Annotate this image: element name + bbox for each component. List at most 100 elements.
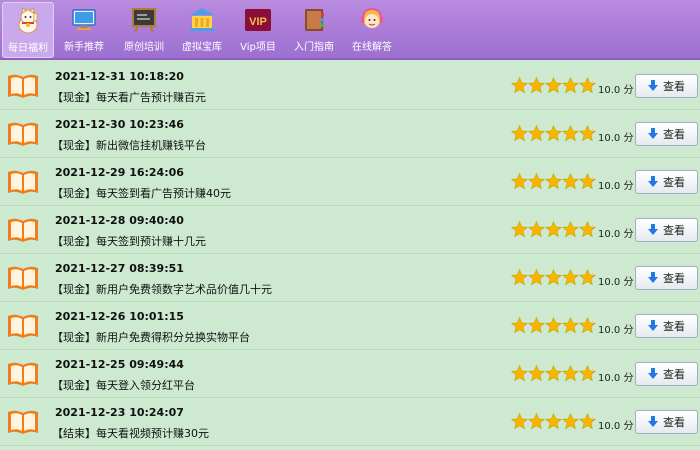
item-timestamp: 2021-12-28 09:40:40 xyxy=(55,214,184,227)
item-score: 10.0 分 xyxy=(598,325,634,336)
item-title[interactable]: 【现金】每天看广告预计赚百元 xyxy=(52,89,206,105)
item-score: 10.0 分 xyxy=(598,421,634,432)
star-icon xyxy=(579,221,596,238)
download-arrow-icon xyxy=(648,320,658,331)
star-icon xyxy=(579,317,596,334)
star-icon xyxy=(579,77,596,94)
star-icon xyxy=(545,125,562,142)
rating-stars xyxy=(511,125,596,142)
tab-virtual-treasury[interactable]: 虚拟宝库 xyxy=(174,2,230,58)
rating-stars xyxy=(511,365,596,382)
view-button[interactable]: 查看 xyxy=(635,314,698,338)
svg-text:VIP: VIP xyxy=(249,16,267,28)
rating-stars xyxy=(511,317,596,334)
guide-book-icon xyxy=(299,5,329,35)
item-timestamp: 2021-12-31 10:18:20 xyxy=(55,70,184,83)
tab-label: 每日福利 xyxy=(8,43,48,54)
open-book-icon xyxy=(6,265,40,291)
download-arrow-icon xyxy=(648,80,658,91)
rating-stars xyxy=(511,269,596,286)
view-button[interactable]: 查看 xyxy=(635,74,698,98)
star-icon xyxy=(528,77,545,94)
item-timestamp: 2021-12-25 09:49:44 xyxy=(55,358,184,371)
tab-label: 在线解答 xyxy=(352,42,392,53)
item-score: 10.0 分 xyxy=(598,373,634,384)
star-icon xyxy=(511,317,528,334)
list-item: 2021-12-30 10:23:46 【现金】新出微信挂机赚钱平台 10.0 … xyxy=(0,110,700,158)
star-icon xyxy=(528,413,545,430)
star-icon xyxy=(579,125,596,142)
star-icon xyxy=(562,269,579,286)
star-icon xyxy=(545,173,562,190)
view-button[interactable]: 查看 xyxy=(635,170,698,194)
list-item: 2021-12-23 10:24:07 【结束】每天看视频预计赚30元 10.0… xyxy=(0,398,700,446)
tab-online-support[interactable]: 在线解答 xyxy=(342,2,402,58)
item-title[interactable]: 【现金】每天签到预计赚十几元 xyxy=(52,233,206,249)
rating-stars xyxy=(511,221,596,238)
item-title[interactable]: 【结束】每天看视频预计赚30元 xyxy=(52,425,209,441)
view-button[interactable]: 查看 xyxy=(635,362,698,386)
tab-label: 原创培训 xyxy=(124,42,164,53)
item-title[interactable]: 【现金】每天签到看广告预计赚40元 xyxy=(52,185,231,201)
star-icon xyxy=(562,317,579,334)
view-button[interactable]: 查看 xyxy=(635,410,698,434)
star-icon xyxy=(579,365,596,382)
star-icon xyxy=(511,269,528,286)
list-item: 2021-12-31 10:18:20 【现金】每天看广告预计赚百元 10.0 … xyxy=(0,62,700,110)
download-arrow-icon xyxy=(648,176,658,187)
view-button-label: 查看 xyxy=(663,80,685,93)
star-icon xyxy=(579,269,596,286)
open-book-icon xyxy=(6,409,40,435)
tab-label: 入门指南 xyxy=(294,42,334,53)
tab-vip-projects[interactable]: VIP Vip项目 xyxy=(230,2,286,58)
star-icon xyxy=(511,173,528,190)
open-book-icon xyxy=(6,313,40,339)
item-score: 10.0 分 xyxy=(598,229,634,240)
star-icon xyxy=(579,173,596,190)
tab-newbie-recommend[interactable]: 新手推荐 xyxy=(54,2,114,58)
star-icon xyxy=(528,269,545,286)
star-icon xyxy=(545,317,562,334)
star-icon xyxy=(528,125,545,142)
tab-daily-welfare[interactable]: 每日福利 xyxy=(2,2,54,58)
list-item: 2021-12-29 16:24:06 【现金】每天签到看广告预计赚40元 10… xyxy=(0,158,700,206)
lucky-cat-icon xyxy=(13,6,43,36)
open-book-icon xyxy=(6,217,40,243)
view-button-label: 查看 xyxy=(663,128,685,141)
item-title[interactable]: 【现金】新用户免费领数字艺术品价值几十元 xyxy=(52,281,272,297)
tab-original-training[interactable]: 原创培训 xyxy=(114,2,174,58)
item-title[interactable]: 【现金】新用户免费得积分兑换实物平台 xyxy=(52,329,250,345)
view-button[interactable]: 查看 xyxy=(635,122,698,146)
item-timestamp: 2021-12-30 10:23:46 xyxy=(55,118,184,131)
open-book-icon xyxy=(6,73,40,99)
star-icon xyxy=(511,77,528,94)
view-button[interactable]: 查看 xyxy=(635,218,698,242)
star-icon xyxy=(562,77,579,94)
tab-label: 新手推荐 xyxy=(64,42,104,53)
download-arrow-icon xyxy=(648,224,658,235)
list-item: 2021-12-25 09:49:44 【现金】每天登入领分红平台 10.0 分… xyxy=(0,350,700,398)
view-button[interactable]: 查看 xyxy=(635,266,698,290)
support-agent-icon xyxy=(357,5,387,35)
view-button-label: 查看 xyxy=(663,368,685,381)
rating-stars xyxy=(511,173,596,190)
view-button-label: 查看 xyxy=(663,416,685,429)
star-icon xyxy=(545,269,562,286)
star-icon xyxy=(511,365,528,382)
item-score: 10.0 分 xyxy=(598,277,634,288)
article-list: 2021-12-31 10:18:20 【现金】每天看广告预计赚百元 10.0 … xyxy=(0,62,700,446)
open-book-icon xyxy=(6,121,40,147)
item-title[interactable]: 【现金】每天登入领分红平台 xyxy=(52,377,195,393)
view-button-label: 查看 xyxy=(663,320,685,333)
star-icon xyxy=(528,317,545,334)
tab-getting-started[interactable]: 入门指南 xyxy=(286,2,342,58)
star-icon xyxy=(511,221,528,238)
star-icon xyxy=(545,365,562,382)
vip-icon: VIP xyxy=(243,5,273,35)
item-title[interactable]: 【现金】新出微信挂机赚钱平台 xyxy=(52,137,206,153)
star-icon xyxy=(562,125,579,142)
star-icon xyxy=(562,221,579,238)
blackboard-icon xyxy=(129,5,159,35)
star-icon xyxy=(562,173,579,190)
item-timestamp: 2021-12-23 10:24:07 xyxy=(55,406,184,419)
